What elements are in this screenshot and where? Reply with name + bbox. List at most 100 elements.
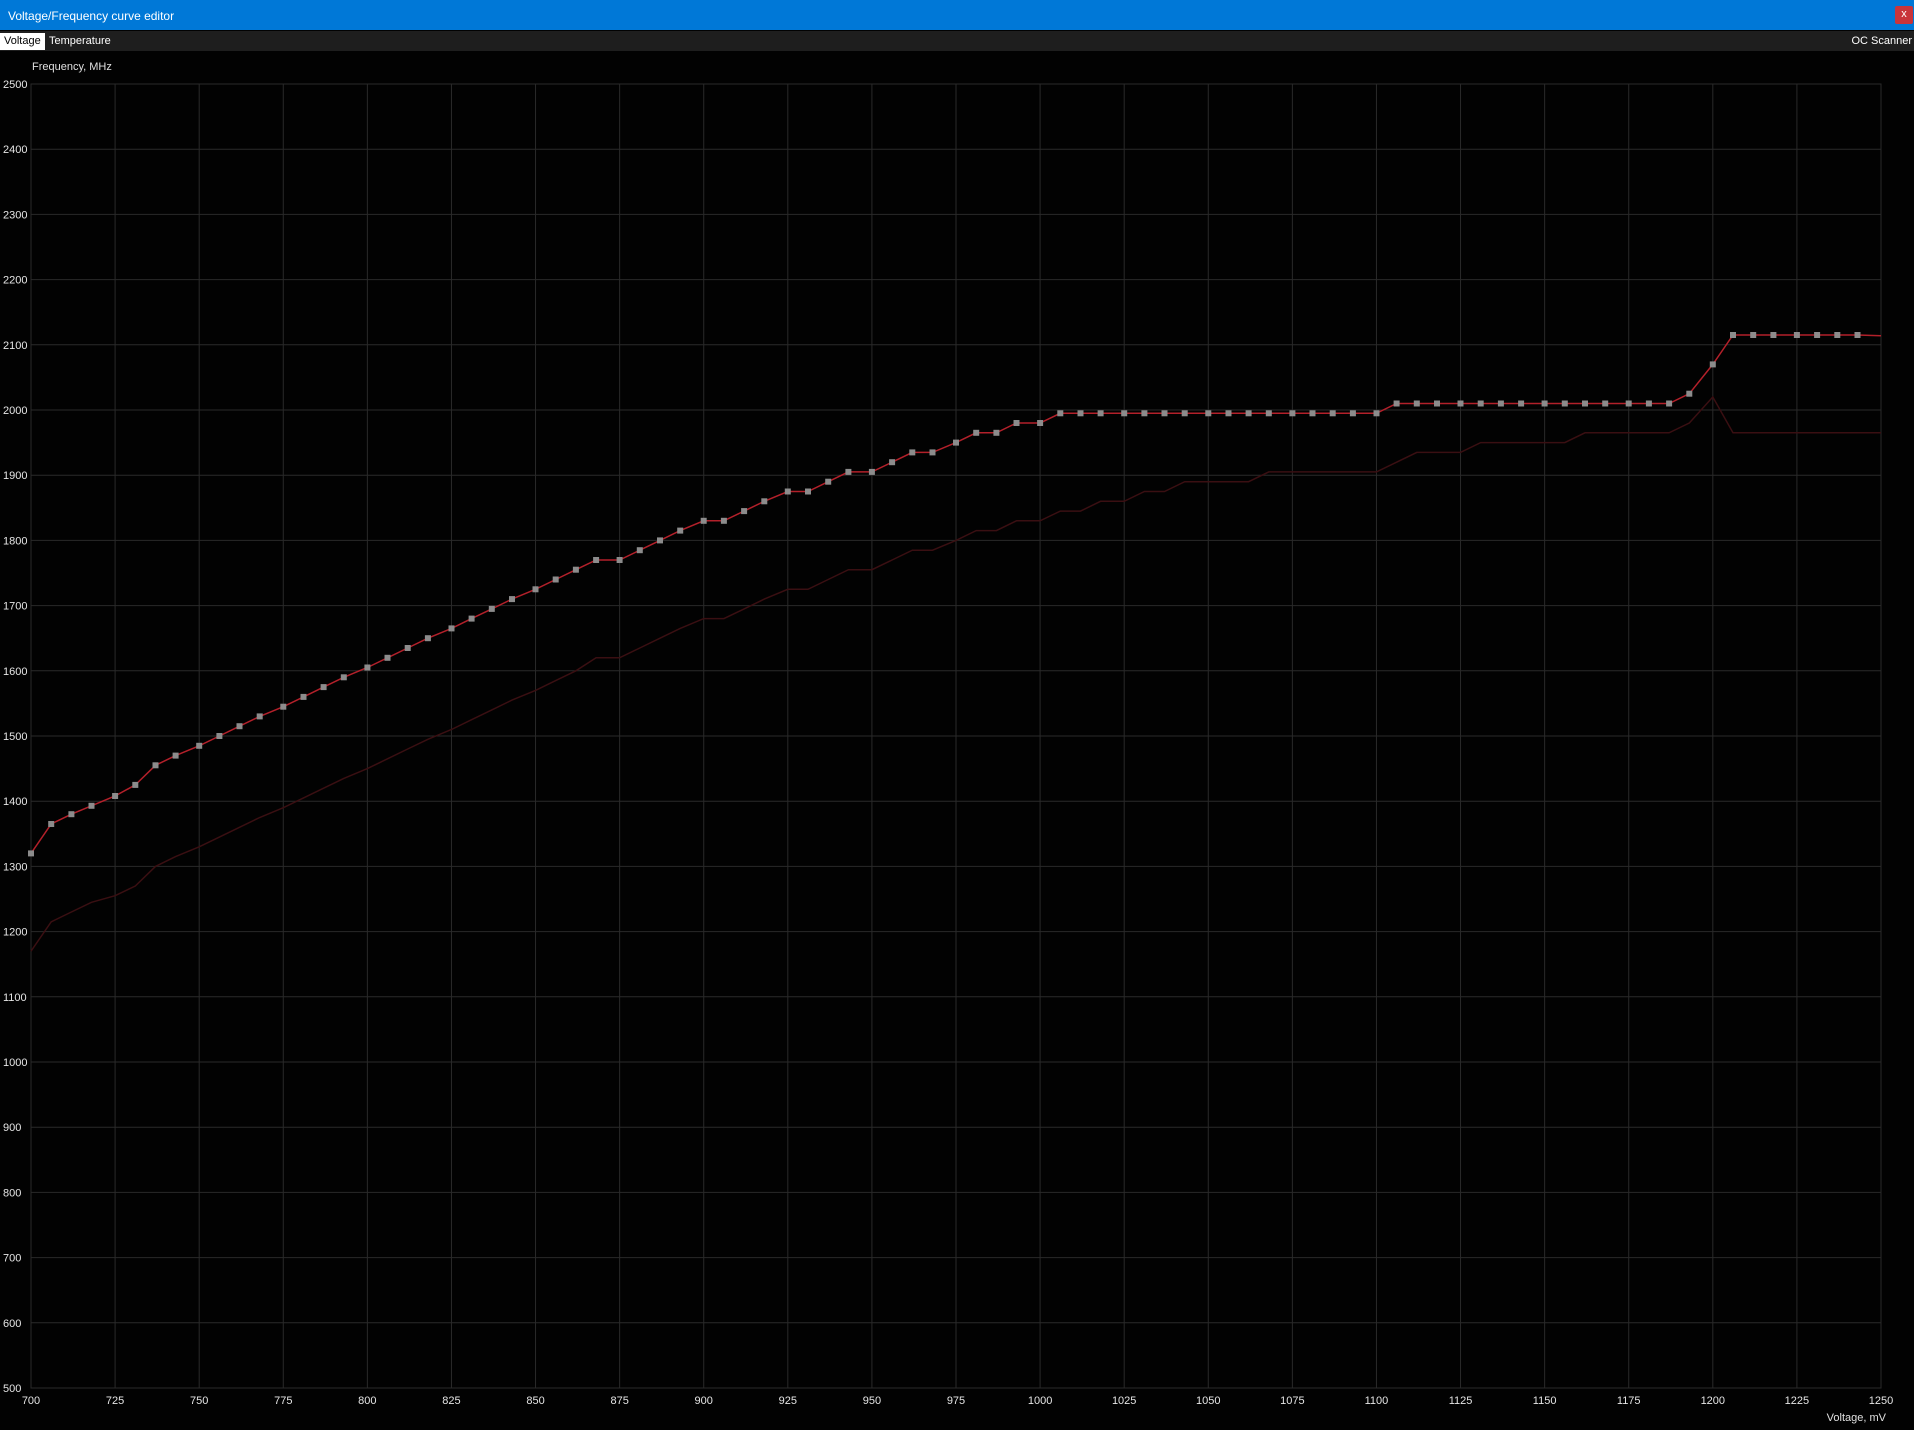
curve-point-handle[interactable] <box>784 488 791 495</box>
curve-point-handle[interactable] <box>1561 400 1568 407</box>
curve-point-handle[interactable] <box>1854 332 1861 338</box>
curve-point-handle[interactable] <box>720 517 727 524</box>
curve-point-handle[interactable] <box>1349 410 1356 417</box>
curve-point-handle[interactable] <box>236 723 243 730</box>
curve-point-handle[interactable] <box>1413 400 1420 407</box>
curve-point-handle[interactable] <box>761 498 768 505</box>
curve-point-handle[interactable] <box>1770 332 1777 338</box>
curve-point-handle[interactable] <box>572 566 579 573</box>
curve-point-handle[interactable] <box>1265 410 1272 417</box>
curve-point-handle[interactable] <box>1793 332 1800 338</box>
curve-point-handle[interactable] <box>1709 361 1716 368</box>
curve-point-handle[interactable] <box>657 537 663 544</box>
curve-point-handle[interactable] <box>889 459 896 466</box>
curve-point-handle[interactable] <box>1181 410 1188 417</box>
grid <box>30 83 1882 1389</box>
curve-point-handle[interactable] <box>953 439 959 446</box>
curve-point-handle[interactable] <box>825 478 832 485</box>
curve-point-handle[interactable] <box>1161 410 1168 417</box>
curve-point-handle[interactable] <box>1245 410 1252 417</box>
curve-point-handle[interactable] <box>532 586 539 593</box>
curve-point-handle[interactable] <box>1141 410 1148 417</box>
curve-point-handle[interactable] <box>1518 400 1525 407</box>
curve-point-handle[interactable] <box>1289 410 1296 417</box>
vf-curve-chart[interactable]: 500 600 700 800 900 1000 1100 1200 1300 1400 1500 1… <box>0 0 1914 1430</box>
curve-point-handle[interactable] <box>1457 400 1464 407</box>
curve-point-handle[interactable] <box>593 557 600 563</box>
y-tick-label: 1000 <box>3 1057 27 1069</box>
curve-point-handle[interactable] <box>488 605 495 612</box>
curve-point-handle[interactable] <box>1625 400 1632 407</box>
curve-point-handle[interactable] <box>1666 400 1673 407</box>
curve-point-handle[interactable] <box>677 527 684 534</box>
curve-point-handle[interactable] <box>616 557 623 563</box>
curve-point-handle[interactable] <box>1750 332 1757 338</box>
curve-point-handle[interactable] <box>1373 410 1380 417</box>
curve-point-handle[interactable] <box>1434 400 1440 407</box>
x-tick-label: 1250 <box>1869 1395 1893 1407</box>
curve-point-handle[interactable] <box>1097 410 1104 417</box>
curve-point-handle[interactable] <box>509 596 515 603</box>
curve-point-handle[interactable] <box>280 703 287 710</box>
curve-point-handle[interactable] <box>973 429 980 436</box>
curve-point-handle[interactable] <box>404 645 411 651</box>
curve-point-handle[interactable] <box>468 615 475 622</box>
curve-point-handle[interactable] <box>993 429 1000 436</box>
curve-point-handle[interactable] <box>68 811 75 818</box>
curve-point-handle[interactable] <box>636 547 643 554</box>
curve-point-handle[interactable] <box>384 654 391 661</box>
curve-point-handle[interactable] <box>300 693 307 700</box>
y-tick-label: 1400 <box>3 796 27 808</box>
curve-point-handle[interactable] <box>1225 410 1232 417</box>
curve-point-handle[interactable] <box>1205 410 1212 417</box>
x-tick-label: 725 <box>106 1395 124 1407</box>
curve-point-handle[interactable] <box>1602 400 1609 407</box>
curve-point-handle[interactable] <box>1121 410 1128 417</box>
curve-point-handle[interactable] <box>1393 400 1400 407</box>
curve-point-handle[interactable] <box>196 742 203 749</box>
curve-point-handle[interactable] <box>1497 400 1504 407</box>
curve-point-handle[interactable] <box>1541 400 1548 407</box>
x-tick-label: 900 <box>695 1395 713 1407</box>
curve-point-handle[interactable] <box>1686 390 1693 397</box>
curve-point-handle[interactable] <box>1814 332 1821 338</box>
curve-point-handle[interactable] <box>1582 400 1588 407</box>
curve-point-handle[interactable] <box>88 802 95 809</box>
curve-point-handle[interactable] <box>48 821 55 827</box>
curve-point-handle[interactable] <box>256 713 263 720</box>
curve-point-handle[interactable] <box>112 793 119 799</box>
curve-point-handle[interactable] <box>216 733 223 739</box>
curve-point-handle[interactable] <box>28 850 34 857</box>
curve-point-handle[interactable] <box>741 508 748 515</box>
curve-point-handle[interactable] <box>805 488 811 495</box>
x-tick-label: 1000 <box>1028 1395 1052 1407</box>
curve-point-handle[interactable] <box>1730 332 1736 338</box>
curve-point-handle[interactable] <box>909 449 916 456</box>
y-tick-label: 2300 <box>3 209 27 221</box>
x-tick-label: 825 <box>442 1395 460 1407</box>
curve-point-handle[interactable] <box>845 468 852 475</box>
curve-point-handle[interactable] <box>320 684 327 691</box>
curve-point-handle[interactable] <box>448 625 455 632</box>
curve-point-handle[interactable] <box>1013 420 1020 426</box>
curve-point-handle[interactable] <box>868 468 875 475</box>
curve-point-handle[interactable] <box>424 635 431 642</box>
curve-point-handle[interactable] <box>1057 410 1064 417</box>
curve-point-handle[interactable] <box>364 664 371 671</box>
curve-point-handle[interactable] <box>1309 410 1316 417</box>
y-tick-label: 1700 <box>3 601 27 613</box>
series[interactable] <box>28 332 1882 952</box>
curve-point-handle[interactable] <box>700 517 707 524</box>
curve-point-handle[interactable] <box>172 752 179 759</box>
curve-point-handle[interactable] <box>1477 400 1484 407</box>
curve-point-handle[interactable] <box>929 449 936 456</box>
curve-point-handle[interactable] <box>340 674 347 681</box>
curve-point-handle[interactable] <box>1834 332 1841 338</box>
curve-point-handle[interactable] <box>152 762 159 769</box>
curve-point-handle[interactable] <box>132 781 139 788</box>
curve-point-handle[interactable] <box>1329 410 1336 417</box>
curve-point-handle[interactable] <box>552 576 559 583</box>
curve-point-handle[interactable] <box>1077 410 1084 417</box>
curve-point-handle[interactable] <box>1037 420 1044 426</box>
curve-point-handle[interactable] <box>1645 400 1652 407</box>
